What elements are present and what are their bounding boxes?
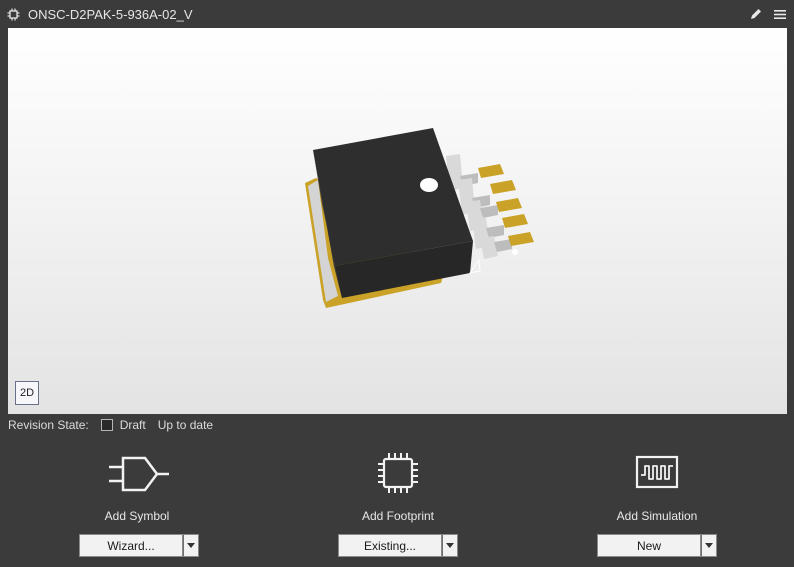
add-symbol-label: Add Symbol — [104, 509, 170, 523]
wizard-dropdown-button[interactable] — [183, 534, 199, 557]
chevron-down-icon — [187, 543, 195, 548]
3d-viewport[interactable]: 2D — [8, 28, 787, 414]
revision-state-checkbox[interactable] — [100, 419, 113, 431]
existing-button[interactable]: Existing... — [338, 534, 442, 557]
add-simulation-label: Add Simulation — [616, 509, 698, 523]
revision-label: Revision State: — [8, 418, 89, 432]
pin1-marker — [420, 178, 438, 192]
chip-icon[interactable] — [376, 451, 420, 495]
window-title: ONSC-D2PAK-5-936A-02_V — [28, 7, 193, 22]
add-simulation-panel: Add Simulation New — [557, 450, 757, 557]
component-icon — [7, 8, 20, 21]
chevron-down-icon — [705, 543, 713, 548]
revision-state-value: Draft — [119, 418, 146, 432]
add-symbol-split-button: Wizard... — [79, 534, 199, 557]
revision-state: Revision State: Draft Up to date — [8, 418, 213, 432]
chevron-down-icon — [446, 543, 454, 548]
new-simulation-button[interactable]: New — [597, 534, 701, 557]
existing-dropdown-button[interactable] — [442, 534, 458, 557]
title-bar: ONSC-D2PAK-5-936A-02_V — [0, 0, 794, 28]
revision-status: Up to date — [157, 418, 214, 432]
2d-view-button[interactable]: 2D — [15, 381, 39, 405]
pencil-icon[interactable] — [749, 7, 763, 21]
add-footprint-label: Add Footprint — [361, 509, 435, 523]
wizard-button[interactable]: Wizard... — [79, 534, 183, 557]
component-3d-model — [305, 128, 534, 308]
waveform-icon[interactable] — [635, 455, 679, 491]
add-symbol-panel: Add Symbol Wizard... — [37, 450, 237, 557]
add-footprint-split-button: Existing... — [338, 534, 458, 557]
symbol-icon[interactable] — [107, 454, 171, 494]
new-simulation-dropdown-button[interactable] — [701, 534, 717, 557]
add-simulation-split-button: New — [597, 534, 717, 557]
hamburger-menu-icon[interactable] — [773, 8, 787, 21]
body-top — [313, 128, 473, 266]
add-footprint-panel: Add Footprint Existing... — [298, 450, 498, 557]
